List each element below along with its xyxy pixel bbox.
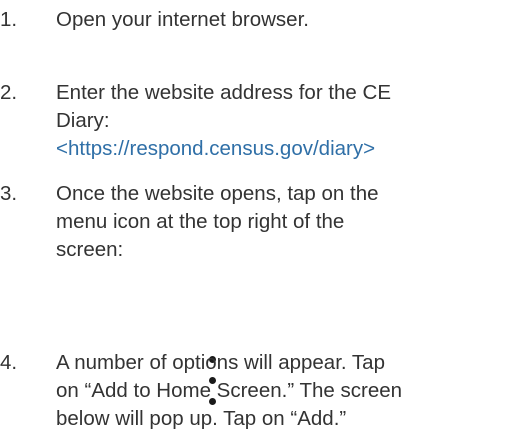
step-3-text: Once the website opens, tap on the menu … (56, 180, 504, 264)
step-4-line-2: on “Add to Home Screen.” The screen (56, 379, 403, 402)
step-3-line-2: menu icon at the top right of the (56, 210, 345, 233)
step-1-line-1: Open your internet browser. (56, 8, 309, 31)
step-3-number: 3. (0, 182, 18, 205)
step-4-text: A number of options will appear. Tap on … (56, 349, 504, 433)
step-3-line-3: screen: (56, 238, 124, 261)
diary-url-link[interactable]: <https://respond.census.gov/diary> (56, 135, 504, 163)
step-4-number: 4. (0, 351, 18, 374)
step-2-line-2: Diary: (56, 109, 110, 132)
diary-url-link-text[interactable]: <https://respond.census.gov/diary> (56, 137, 375, 160)
step-2-number: 2. (0, 81, 18, 104)
step-2-line-1: Enter the website address for the CE (56, 81, 392, 104)
step-4-line-3: below will pop up. Tap on “Add.” (56, 407, 347, 430)
step-4-line-1: A number of options will appear. Tap (56, 351, 385, 374)
step-1-text: Open your internet browser. (56, 6, 504, 34)
step-1-number: 1. (0, 8, 18, 31)
step-3-line-1: Once the website opens, tap on the (56, 182, 379, 205)
step-2-text: Enter the website address for the CE Dia… (56, 79, 504, 163)
